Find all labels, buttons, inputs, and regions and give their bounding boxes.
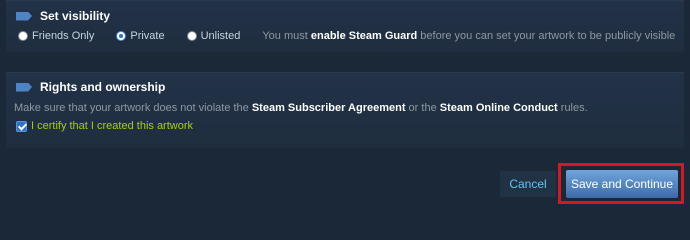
radio-label: Unlisted xyxy=(200,30,241,42)
rights-text-prefix: Make sure that your artwork does not vio… xyxy=(14,102,252,114)
notice-prefix: You must xyxy=(262,30,311,42)
rights-section: Rights and ownership Make sure that your… xyxy=(6,72,684,148)
visibility-options: Friends Only Private Unlisted You must e… xyxy=(18,29,675,43)
certify-label: I certify that I created this artwork xyxy=(31,120,194,132)
cancel-button[interactable]: Cancel xyxy=(500,171,556,197)
radio-button-selected[interactable] xyxy=(116,31,127,41)
steam-guard-notice: You must enable Steam Guard before you c… xyxy=(262,30,675,42)
notice-suffix: before you can set your artwork to be pu… xyxy=(417,30,676,42)
rights-text-middle: or the xyxy=(405,102,440,114)
radio-button[interactable] xyxy=(18,31,28,41)
radio-label: Private xyxy=(130,30,165,42)
radio-unlisted[interactable]: Unlisted xyxy=(186,30,241,42)
save-and-continue-button[interactable]: Save and Continue xyxy=(566,170,678,198)
visibility-title: Set visibility xyxy=(40,9,111,23)
online-conduct-text: Steam Online Conduct xyxy=(439,102,558,114)
visibility-section: Set visibility Friends Only Private Unli… xyxy=(6,0,684,52)
subscriber-agreement-text: Steam Subscriber Agreement xyxy=(251,102,406,114)
radio-button[interactable] xyxy=(186,31,197,41)
radio-label: Friends Only xyxy=(32,30,95,42)
section-flag-icon xyxy=(16,82,32,92)
rights-text-suffix: rules. xyxy=(557,102,588,114)
enable-steam-guard-text: enable Steam Guard xyxy=(310,30,418,42)
rights-title: Rights and ownership xyxy=(40,80,166,94)
visibility-header: Set visibility xyxy=(16,8,110,24)
section-flag-icon xyxy=(16,11,32,21)
certify-checkbox[interactable] xyxy=(16,120,27,132)
rights-header: Rights and ownership xyxy=(16,79,165,95)
certify-checkbox-row[interactable]: I certify that I created this artwork xyxy=(16,120,193,132)
rights-description: Make sure that your artwork does not vio… xyxy=(14,102,588,114)
radio-private[interactable]: Private xyxy=(116,30,165,42)
radio-friends-only[interactable]: Friends Only xyxy=(18,30,94,42)
